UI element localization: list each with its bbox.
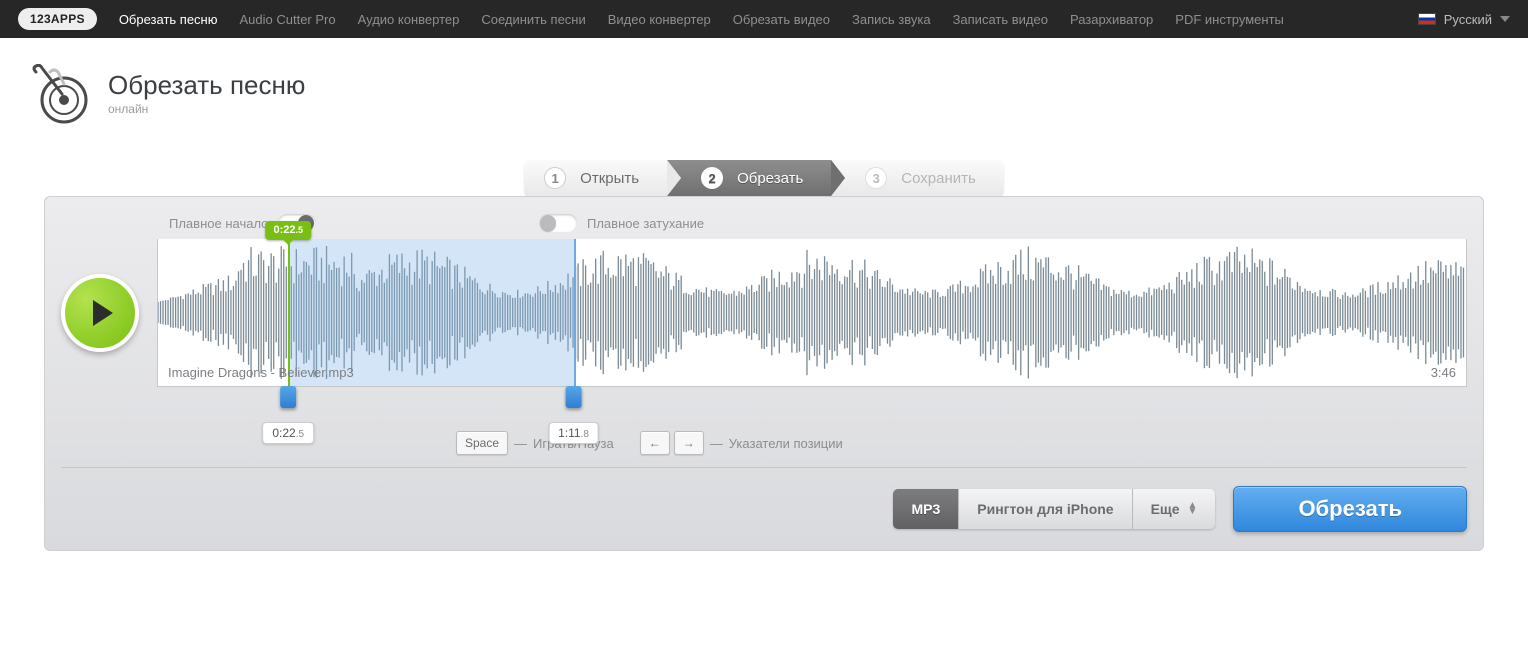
nav-cut-song[interactable]: Обрезать песню xyxy=(119,12,218,27)
fade-in-label: Плавное начало xyxy=(169,216,268,231)
step-cut[interactable]: 2 Обрезать xyxy=(667,160,831,196)
footer-actions: MP3 Рингтон для iPhone Еще Обрезать xyxy=(61,467,1467,532)
nav-audio-converter[interactable]: Аудио конвертер xyxy=(358,12,460,27)
steps: 1 Открыть 2 Обрезать 3 Сохранить xyxy=(44,160,1484,196)
step-save-label: Сохранить xyxy=(901,170,976,187)
duration-label: 3:46 xyxy=(1431,365,1456,380)
step-open[interactable]: 1 Открыть xyxy=(524,160,667,196)
format-iphone[interactable]: Рингтон для iPhone xyxy=(959,489,1132,529)
vinyl-cutter-icon xyxy=(30,64,90,124)
flag-ru-icon xyxy=(1418,13,1436,25)
fade-controls: Плавное начало Плавное затухание xyxy=(169,211,1467,235)
fade-out-toggle[interactable] xyxy=(539,214,577,232)
language-label: Русский xyxy=(1444,12,1492,27)
language-switcher[interactable]: Русский xyxy=(1418,12,1510,27)
page-header: Обрезать песню онлайн xyxy=(0,38,1528,142)
nav-voice-recorder[interactable]: Запись звука xyxy=(852,12,931,27)
waveform[interactable]: 0:22.5 0:22.5 1:11.8 Imagine Dragons - B… xyxy=(157,239,1467,387)
step-open-label: Открыть xyxy=(580,170,639,187)
chevron-down-icon xyxy=(1500,16,1510,22)
nav-video-recorder[interactable]: Записать видео xyxy=(953,12,1048,27)
cut-button[interactable]: Обрезать xyxy=(1233,486,1467,532)
filename-label: Imagine Dragons - Believer.mp3 xyxy=(168,365,354,380)
step-save-num: 3 xyxy=(865,167,887,189)
play-button[interactable] xyxy=(61,274,139,352)
nav-audio-joiner[interactable]: Соединить песни xyxy=(481,12,585,27)
step-save[interactable]: 3 Сохранить xyxy=(831,160,1004,196)
page-title: Обрезать песню xyxy=(108,72,305,99)
top-nav: 123APPS Обрезать песню Audio Cutter Pro … xyxy=(0,0,1528,38)
nav-unarchiver[interactable]: Разархиватор xyxy=(1070,12,1153,27)
page-subtitle: онлайн xyxy=(108,102,305,116)
key-arrow-right: → xyxy=(674,431,704,455)
play-icon xyxy=(93,300,113,326)
playhead-time-bubble: 0:22.5 xyxy=(265,221,311,240)
selection-range[interactable] xyxy=(288,239,573,386)
fade-out-label: Плавное затухание xyxy=(587,216,704,231)
nav-pdf-tools[interactable]: PDF инструменты xyxy=(1175,12,1284,27)
handle-grip-icon xyxy=(280,386,296,408)
hint-position-markers: Указатели позиции xyxy=(729,436,843,451)
step-cut-label: Обрезать xyxy=(737,170,803,187)
format-mp3[interactable]: MP3 xyxy=(893,489,959,529)
handle-grip-icon xyxy=(566,386,582,408)
selection-end-handle[interactable]: 1:11.8 xyxy=(548,386,599,444)
nav-video-converter[interactable]: Видео конвертер xyxy=(608,12,711,27)
selection-start-time: 0:22.5 xyxy=(262,422,314,444)
step-cut-num: 2 xyxy=(701,167,723,189)
editor-panel: Плавное начало Плавное затухание 0:22.5 … xyxy=(44,196,1484,551)
format-more[interactable]: Еще xyxy=(1133,489,1216,529)
key-arrow-left: ← xyxy=(640,431,670,455)
nav-audio-cutter-pro[interactable]: Audio Cutter Pro xyxy=(240,12,336,27)
keyboard-hints: Space — Играть/Пауза ← → — Указатели поз… xyxy=(456,431,1467,455)
format-selector: MP3 Рингтон для iPhone Еще xyxy=(893,489,1215,529)
sort-updown-icon xyxy=(1188,503,1198,515)
selection-end-time: 1:11.8 xyxy=(548,422,599,444)
nav-video-cutter[interactable]: Обрезать видео xyxy=(733,12,830,27)
key-space: Space xyxy=(456,431,508,455)
playhead-cursor[interactable] xyxy=(288,225,290,386)
brand-pill[interactable]: 123APPS xyxy=(18,8,97,30)
step-open-num: 1 xyxy=(544,167,566,189)
selection-start-handle[interactable]: 0:22.5 xyxy=(262,386,314,444)
selection-end-line[interactable] xyxy=(574,239,576,386)
